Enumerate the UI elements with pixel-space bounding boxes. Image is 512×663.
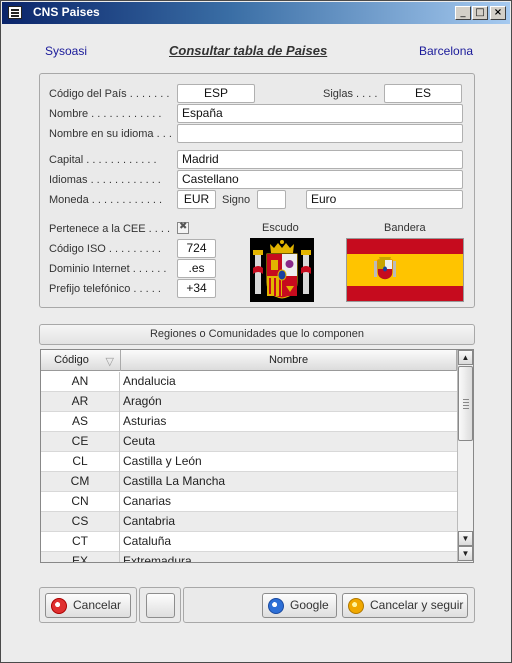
cancel-button-label: Cancelar bbox=[73, 598, 122, 612]
moneda-name-field[interactable]: Euro bbox=[306, 190, 463, 209]
siglas-label: Siglas . . . . bbox=[323, 88, 378, 100]
regions-table[interactable]: Código ▽ Nombre AN Andalucia AR Aragón AS Ast… bbox=[40, 349, 474, 563]
dominio-label: Dominio Internet . . . . . . bbox=[49, 263, 167, 275]
region-code-cell: CM bbox=[41, 472, 120, 492]
coat-of-arms-image bbox=[250, 238, 314, 302]
escudo-label: Escudo bbox=[262, 222, 299, 234]
table-header: Código ▽ Nombre bbox=[41, 350, 457, 371]
region-code-cell: AR bbox=[41, 392, 120, 412]
table-row[interactable]: CE Ceuta bbox=[41, 432, 457, 452]
signo-label: Signo bbox=[222, 194, 251, 206]
table-row[interactable]: AN Andalucia bbox=[41, 372, 457, 392]
region-name-cell: Asturias bbox=[123, 414, 167, 428]
region-name-cell: Ceuta bbox=[123, 434, 156, 448]
siglas-field[interactable]: ES bbox=[384, 84, 462, 103]
close-button[interactable]: × bbox=[490, 6, 506, 20]
column-header-code-label: Código bbox=[54, 354, 89, 366]
table-row[interactable]: EX Extremadura bbox=[41, 552, 457, 563]
footer-right-panel: Google Cancelar y seguir bbox=[183, 587, 475, 623]
region-name-cell: Castilla La Mancha bbox=[123, 474, 226, 488]
scroll-up-arrow-icon[interactable]: ▲ bbox=[458, 350, 473, 365]
column-header-code[interactable]: Código ▽ bbox=[41, 350, 121, 371]
table-row[interactable]: AR Aragón bbox=[41, 392, 457, 412]
region-code-cell: CN bbox=[41, 492, 120, 512]
scroll-thumb[interactable] bbox=[458, 366, 473, 441]
region-code-cell: CE bbox=[41, 432, 120, 452]
table-row[interactable]: CL Castilla y León bbox=[41, 452, 457, 472]
app-window: CNS Paises _ □ × Sysoasi Consultar tabla… bbox=[0, 0, 512, 663]
region-code-cell: EX bbox=[41, 552, 120, 562]
table-row[interactable]: CN Canarias bbox=[41, 492, 457, 512]
google-button[interactable]: Google bbox=[262, 593, 337, 618]
region-code-cell: CS bbox=[41, 512, 120, 532]
table-row[interactable]: CS Cantabria bbox=[41, 512, 457, 532]
maximize-button[interactable]: □ bbox=[472, 6, 488, 20]
nombre-label: Nombre . . . . . . . . . . . . bbox=[49, 108, 162, 120]
cee-label: Pertenece a la CEE . . . . bbox=[49, 223, 171, 235]
nombre-idioma-label: Nombre en su idioma . . . bbox=[49, 128, 172, 140]
window-title: CNS Paises bbox=[33, 5, 100, 19]
capital-label: Capital . . . . . . . . . . . . bbox=[49, 154, 157, 166]
idiomas-label: Idiomas . . . . . . . . . . . . bbox=[49, 174, 161, 186]
iso-label: Código ISO . . . . . . . . . bbox=[49, 243, 161, 255]
region-name-cell: Canarias bbox=[123, 494, 172, 508]
header-company: Sysoasi bbox=[45, 44, 88, 58]
idiomas-field[interactable]: Castellano bbox=[177, 170, 463, 189]
header-city: Barcelona bbox=[419, 44, 474, 58]
moneda-label: Moneda . . . . . . . . . . . . bbox=[49, 194, 163, 206]
region-name-cell: Andalucia bbox=[123, 374, 176, 388]
region-name-cell: Extremadura bbox=[123, 554, 192, 563]
region-name-cell: Aragón bbox=[123, 394, 162, 408]
table-row[interactable]: CT Cataluña bbox=[41, 532, 457, 552]
cancel-button[interactable]: Cancelar bbox=[45, 593, 131, 618]
country-details-panel: Código del País . . . . . . . ESP Siglas… bbox=[39, 73, 475, 308]
scroll-end-arrow-icon[interactable]: ▼ bbox=[458, 546, 473, 561]
footer-middle-panel bbox=[139, 587, 181, 623]
region-code-cell: CT bbox=[41, 532, 120, 552]
window-client-area: Sysoasi Consultar tabla de Paises Barcel… bbox=[6, 27, 506, 657]
region-code-cell: AN bbox=[41, 372, 120, 392]
flag-image bbox=[346, 238, 464, 302]
column-header-name[interactable]: Nombre bbox=[121, 350, 457, 371]
region-code-cell: AS bbox=[41, 412, 120, 432]
cee-checkbox[interactable] bbox=[177, 221, 189, 234]
vertical-scrollbar[interactable]: ▲ ▼ ▼ bbox=[457, 350, 473, 562]
blank-button[interactable] bbox=[146, 593, 175, 618]
nombre-field[interactable]: España bbox=[177, 104, 463, 123]
table-row[interactable]: AS Asturias bbox=[41, 412, 457, 432]
page-title: Consultar tabla de Paises bbox=[169, 43, 328, 58]
table-row[interactable]: CM Castilla La Mancha bbox=[41, 472, 457, 492]
google-button-label: Google bbox=[290, 598, 329, 612]
minimize-button[interactable]: _ bbox=[455, 6, 471, 20]
moneda-code-field[interactable]: EUR bbox=[177, 190, 216, 209]
sort-triangle-icon: ▽ bbox=[105, 356, 114, 368]
iso-field[interactable]: 724 bbox=[177, 239, 216, 258]
region-code-cell: CL bbox=[41, 452, 120, 472]
scroll-down-arrow-icon[interactable]: ▼ bbox=[458, 531, 473, 546]
region-name-cell: Cataluña bbox=[123, 534, 172, 548]
bandera-label: Bandera bbox=[384, 222, 426, 234]
region-name-cell: Castilla y León bbox=[123, 454, 202, 468]
footer-left-panel: Cancelar bbox=[39, 587, 137, 623]
prefijo-label: Prefijo telefónico . . . . . bbox=[49, 283, 161, 295]
cancel-continue-button[interactable]: Cancelar y seguir bbox=[342, 593, 468, 618]
regions-section-title: Regiones o Comunidades que lo componen bbox=[39, 324, 475, 345]
cancel-continue-button-label: Cancelar y seguir bbox=[370, 598, 464, 612]
signo-field[interactable] bbox=[257, 190, 286, 209]
prefijo-field[interactable]: +34 bbox=[177, 279, 216, 298]
dominio-field[interactable]: .es bbox=[177, 259, 216, 278]
google-icon bbox=[268, 598, 284, 614]
codigo-label: Código del País . . . . . . . bbox=[49, 88, 170, 100]
codigo-field[interactable]: ESP bbox=[177, 84, 255, 103]
title-bar[interactable]: CNS Paises _ □ × bbox=[2, 2, 510, 24]
nombre-idioma-field[interactable] bbox=[177, 124, 463, 143]
region-name-cell: Cantabria bbox=[123, 514, 176, 528]
capital-field[interactable]: Madrid bbox=[177, 150, 463, 169]
app-menu-icon[interactable] bbox=[8, 6, 22, 19]
cancel-icon bbox=[51, 598, 67, 614]
smiley-icon bbox=[348, 598, 364, 614]
